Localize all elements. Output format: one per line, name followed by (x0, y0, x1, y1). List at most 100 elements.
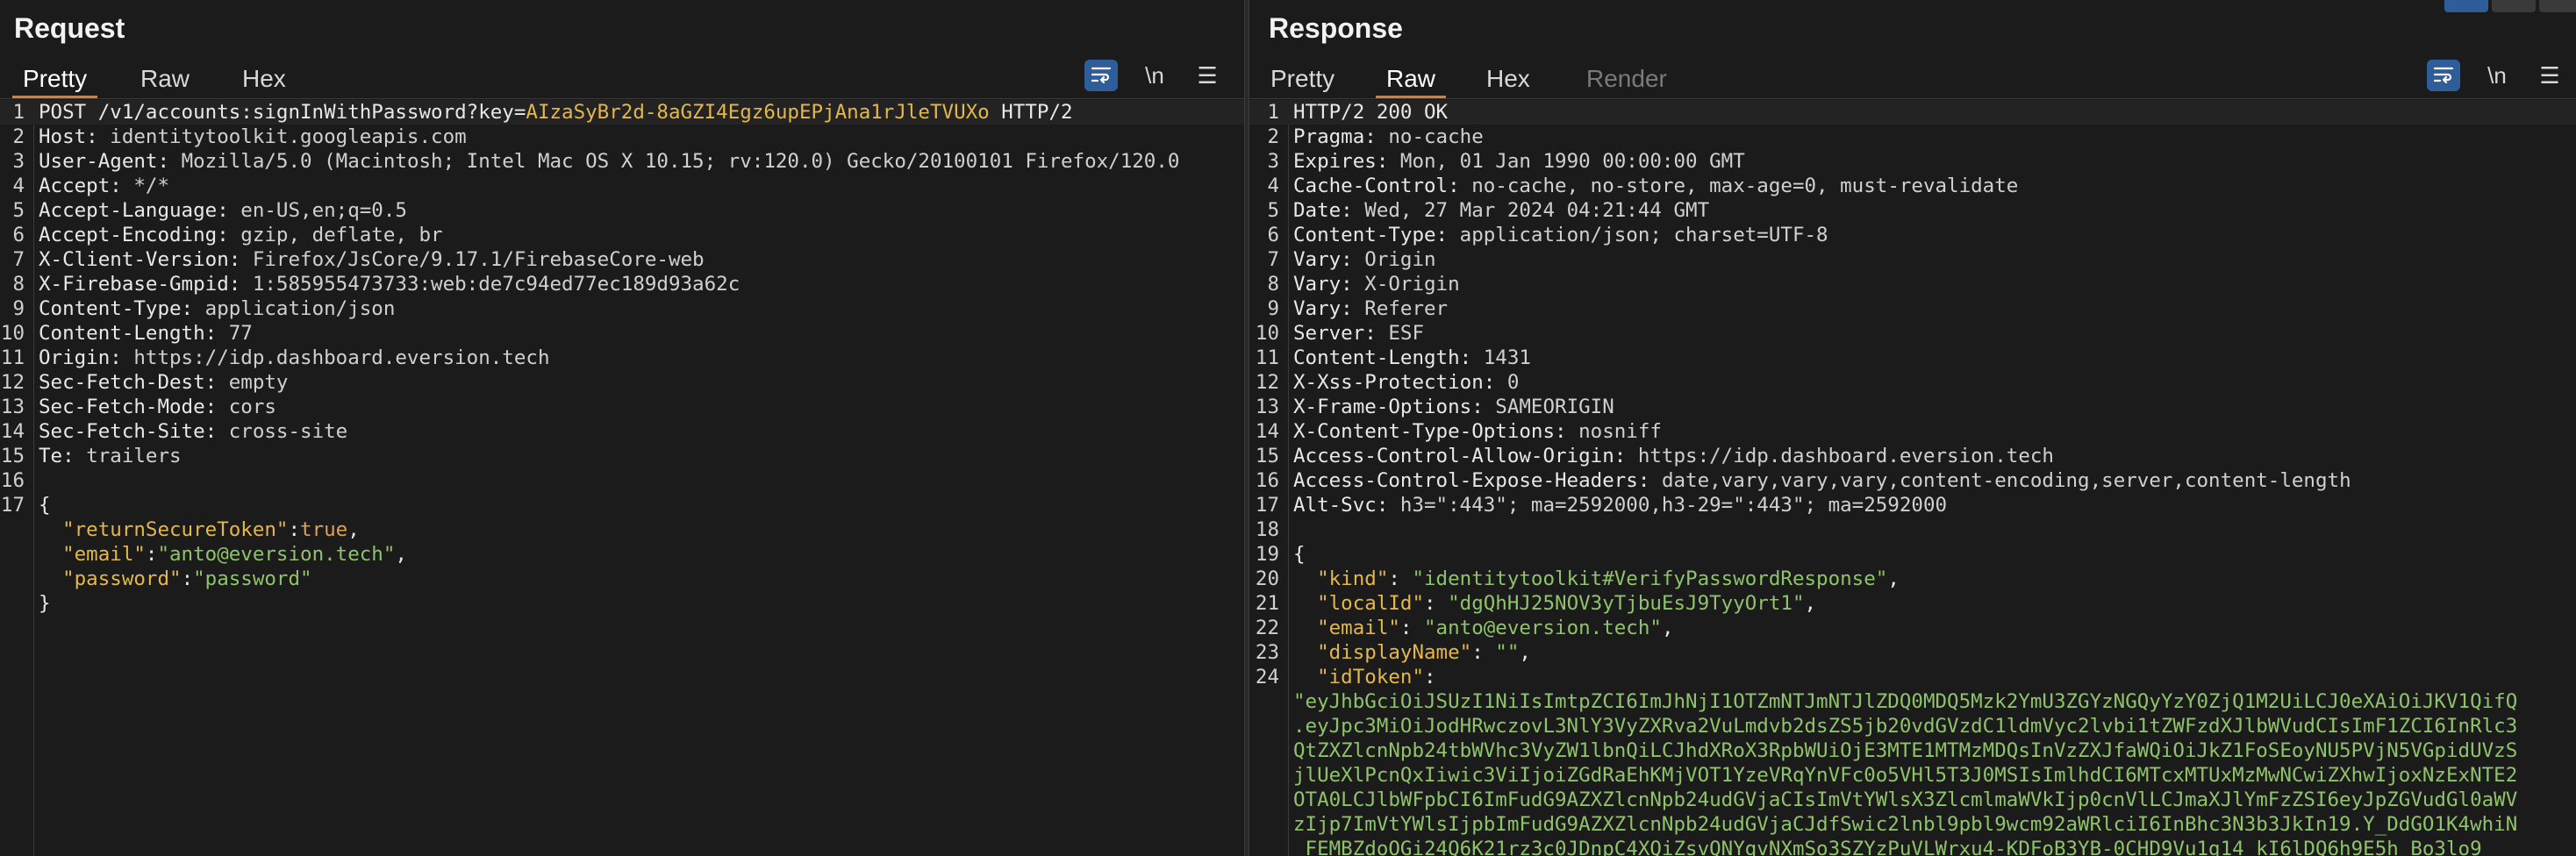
code-token: application/json (204, 297, 396, 320)
code-token: Access-Control-Allow-Origin: (1293, 445, 1638, 467)
code-token: , (1804, 592, 1817, 615)
request-title: Request (14, 12, 125, 44)
code-text: "email": "anto@eversion.tech", (1293, 616, 1673, 640)
line-number: 11 (1255, 346, 1279, 369)
code-text: "localId": "dgQhHJ25NOV3yTjbuEsJ9TyyOrt1… (1293, 591, 1816, 616)
code-token: Sec-Fetch-Dest: (39, 371, 229, 394)
code-token: Access-Control-Expose-Headers: (1293, 469, 1662, 492)
line-number: 10 (0, 322, 25, 345)
wrap-lines-icon[interactable] (1084, 60, 1118, 91)
hamburger-menu-icon[interactable]: ☰ (1190, 58, 1225, 93)
id-token-line: QtZXZlcnNpb24tbWVhc3VyZW1lbnQiLCJhdXRoX3… (1293, 739, 2518, 762)
code-token: cors (228, 396, 276, 418)
code-token: nosniff (1578, 420, 1662, 443)
code-token: Vary: (1293, 297, 1365, 320)
code-token: "email" (62, 543, 146, 566)
code-text: Content-Type: application/json; charset=… (1293, 223, 1828, 247)
code-token: , (1519, 641, 1531, 664)
code-token: identitytoolkit.googleapis.com (110, 125, 467, 148)
code-text: Access-Control-Expose-Headers: date,vary… (1293, 468, 2351, 493)
code-line: 18 (1249, 517, 2576, 542)
line-number: 15 (0, 445, 25, 467)
code-token: Content-Type: (39, 297, 205, 320)
code-line: 1 POST /v1/accounts:signInWithPassword?ke… (0, 100, 1244, 125)
code-token: "" (1495, 641, 1520, 664)
code-line: 15 Access-Control-Allow-Origin: https://i… (1249, 444, 2576, 468)
code-token: AIzaSyBr2d-8aGZI4Egz6upEPjAna1rJleTVUXo (526, 101, 990, 124)
code-token: en-US,en;q=0.5 (240, 199, 407, 222)
code-token: date,vary,vary,vary,content-encoding,ser… (1661, 469, 2351, 492)
code-line: 23 "displayName": "", (1249, 640, 2576, 665)
request-editor[interactable]: 1 POST /v1/accounts:signInWithPassword?ke… (0, 100, 1244, 856)
code-text: Vary: Referer (1293, 296, 1448, 321)
code-token: Sec-Fetch-Mode: (39, 396, 229, 418)
code-line: 3 User-Agent: Mozilla/5.0 (Macintosh; Int… (0, 149, 1244, 174)
code-text: { (39, 493, 51, 517)
code-text: Content-Length: 77 (39, 321, 253, 346)
code-text: Origin: https://idp.dashboard.eversion.t… (39, 346, 550, 370)
response-tab-render[interactable]: Render (1576, 61, 1678, 96)
line-number: 13 (1255, 396, 1279, 418)
code-token: X-Xss-Protection: (1293, 371, 1507, 394)
request-tab-pretty[interactable]: Pretty (12, 61, 98, 98)
code-token: { (39, 494, 51, 517)
code-text: Pragma: no-cache (1293, 125, 1484, 149)
request-tab-raw[interactable]: Raw (130, 61, 200, 96)
code-token: no-cache, no-store, max-age=0, must-reva… (1471, 175, 2019, 197)
code-token: Content-Type: (1293, 224, 1460, 246)
code-token: "kind" (1317, 567, 1389, 590)
id-token-line: jlUeXlPcnQxIiwic3ViIjoiZGdRaEhKMjVOT1Yze… (1293, 764, 2518, 787)
code-line: 3 Expires: Mon, 01 Jan 1990 00:00:00 GMT (1249, 149, 2576, 174)
newline-toggle[interactable]: \n (2479, 58, 2515, 93)
code-line: 8 X-Firebase-Gmpid: 1:585955473733:web:de… (0, 272, 1244, 296)
code-text: "idToken": (1293, 665, 1435, 689)
request-tab-hex[interactable]: Hex (232, 61, 297, 96)
code-text: Server: ESF (1293, 321, 1424, 346)
newline-toggle[interactable]: \n (1137, 58, 1172, 93)
code-token: Mozilla/5.0 (Macintosh; Intel Mac OS X 1… (181, 150, 1180, 173)
line-number: 2 (1267, 125, 1279, 148)
code-line: 10 Server: ESF (1249, 321, 2576, 346)
code-token: https://idp.dashboard.eversion.tech (133, 346, 550, 369)
response-editor[interactable]: 1 HTTP/2 200 OK 2 Pragma: no-cache 3 Expires:… (1249, 100, 2576, 856)
code-token: : (288, 518, 301, 541)
code-text: { (1293, 542, 1306, 567)
code-token: X-Firebase-Gmpid: (39, 273, 253, 296)
wrap-lines-icon[interactable] (2427, 60, 2460, 91)
code-text: "kind": "identitytoolkit#VerifyPasswordR… (1293, 567, 1900, 591)
code-token: Pragma: (1293, 125, 1389, 148)
hamburger-menu-icon[interactable]: ☰ (2532, 58, 2567, 93)
code-text: X-Firebase-Gmpid: 1:585955473733:web:de7… (39, 272, 740, 296)
code-token: Vary: (1293, 248, 1365, 271)
code-line: "returnSecureToken":true, (0, 517, 1244, 542)
code-token: : (1388, 567, 1413, 590)
code-text: Accept-Language: en-US,en;q=0.5 (39, 198, 407, 223)
code-text: Content-Type: application/json (39, 296, 395, 321)
line-number: 7 (1267, 248, 1279, 271)
layout-horizontal-icon[interactable] (2492, 0, 2536, 12)
code-token: "displayName" (1317, 641, 1472, 664)
code-token: Wed, 27 Mar 2024 04:21:44 GMT (1364, 199, 1710, 222)
line-number: 14 (1255, 420, 1279, 443)
request-tabbar: Pretty Raw Hex (0, 58, 1244, 99)
code-line: 24 "idToken": (1249, 665, 2576, 689)
line-number: 10 (1255, 322, 1279, 345)
response-tab-hex[interactable]: Hex (1476, 61, 1541, 96)
code-token: X-Client-Version: (39, 248, 253, 271)
id-token-line: _FEMBZdoOGi24Q6K21rz3c0JDnpC4XQiZsvQNYgv… (1293, 838, 2482, 856)
layout-single-icon[interactable] (2539, 0, 2576, 12)
response-tab-raw[interactable]: Raw (1376, 61, 1447, 98)
layout-split-icon[interactable] (2444, 0, 2488, 12)
response-tab-pretty[interactable]: Pretty (1260, 61, 1345, 96)
code-token: { (1293, 543, 1306, 566)
code-line: 16 (0, 468, 1244, 493)
code-token: HTTP/2 200 OK (1293, 101, 1449, 124)
code-text: X-Xss-Protection: 0 (1293, 370, 1519, 395)
code-token: 77 (228, 322, 253, 345)
code-line: 7 X-Client-Version: Firefox/JsCore/9.17.1… (0, 247, 1244, 272)
code-text: User-Agent: Mozilla/5.0 (Macintosh; Inte… (39, 149, 1179, 174)
code-token: https://idp.dashboard.eversion.tech (1637, 445, 2054, 467)
